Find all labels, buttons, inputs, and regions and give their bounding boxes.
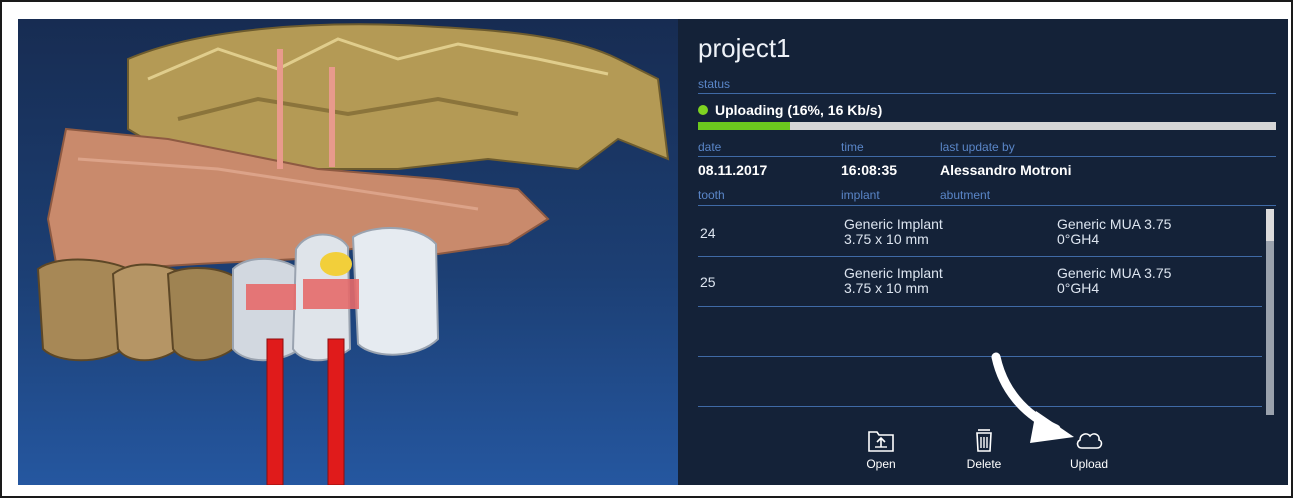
implant-size-cell: 3.75 x 10 mm [844, 231, 929, 247]
dental-model-render [36, 23, 670, 485]
implant-axis-1 [277, 49, 283, 169]
crown [351, 227, 440, 356]
table-scrollbar-thumb[interactable] [1266, 209, 1274, 241]
project-panel: project1 status Uploading (16%, 16 Kb/s)… [678, 19, 1288, 485]
divider [698, 93, 1276, 94]
implant-name-cell: Generic Implant [844, 216, 943, 232]
status-indicator-icon [698, 105, 708, 115]
abutment-name-cell: Generic MUA 3.75 [1057, 265, 1172, 281]
3d-viewport[interactable] [18, 19, 678, 485]
status-text: Uploading (16%, 16 Kb/s) [715, 102, 883, 118]
time-label: time [841, 140, 864, 154]
abutment-marker [320, 252, 352, 276]
divider [698, 406, 1262, 407]
implant-header: implant [841, 188, 880, 202]
implant-1 [266, 338, 284, 485]
abutment-header: abutment [940, 188, 991, 202]
upload-progress-bar [698, 122, 1276, 130]
divider [698, 356, 1262, 357]
divider [698, 205, 1276, 206]
abutment-2 [303, 279, 359, 309]
date-label: date [698, 140, 722, 154]
folder-upload-icon [868, 431, 894, 452]
trash-icon [976, 429, 992, 452]
project-title: project1 [698, 33, 791, 63]
status-row: Uploading (16%, 16 Kb/s) [698, 102, 882, 118]
upload-progress-fill [698, 122, 791, 130]
abutment-1 [246, 284, 296, 310]
app-frame: project1 status Uploading (16%, 16 Kb/s)… [0, 0, 1293, 498]
divider [698, 306, 1262, 307]
implant-2 [327, 338, 345, 485]
tooth-cell: 24 [700, 225, 716, 241]
implant-name-cell: Generic Implant [844, 265, 943, 281]
delete-label: Delete [966, 457, 1002, 471]
updated-by-value: Alessandro Motroni [940, 162, 1072, 178]
status-label: status [698, 77, 731, 91]
abutment-spec-cell: 0°GH4 [1057, 231, 1100, 247]
tooth-cell: 25 [700, 274, 716, 290]
divider [698, 256, 1262, 257]
implant-size-cell: 3.75 x 10 mm [844, 280, 929, 296]
time-value: 16:08:35 [841, 162, 898, 178]
divider [698, 156, 1276, 157]
date-value: 08.11.2017 [698, 162, 768, 178]
delete-button[interactable]: Delete [944, 427, 1024, 483]
tooth-header: tooth [698, 188, 725, 202]
open-label: Open [866, 457, 896, 471]
upload-button[interactable]: Upload [1049, 427, 1129, 483]
implant-axis-2 [329, 67, 335, 167]
upload-label: Upload [1069, 457, 1109, 471]
abutment-name-cell: Generic MUA 3.75 [1057, 216, 1172, 232]
tooth-natural [166, 267, 240, 362]
cloud-icon [1076, 433, 1103, 449]
arrow-annotation-icon [991, 352, 1074, 443]
abutment-spec-cell: 0°GH4 [1057, 280, 1100, 296]
open-button[interactable]: Open [841, 427, 921, 483]
last-update-label: last update by [940, 140, 1015, 154]
